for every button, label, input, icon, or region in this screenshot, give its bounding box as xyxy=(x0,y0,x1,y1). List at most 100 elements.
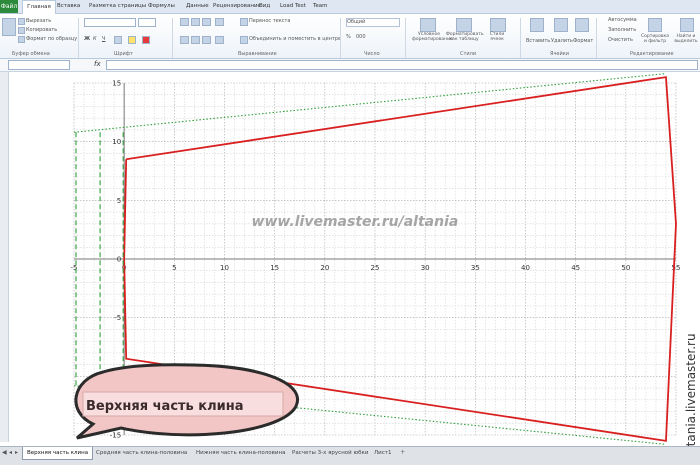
indent-icon[interactable] xyxy=(215,36,224,44)
conditional-format-button[interactable]: Условное форматирование xyxy=(412,32,453,42)
callout-bubble-text: Верхняя часть клина xyxy=(86,399,244,414)
cell-styles-button[interactable]: Стили ячеек xyxy=(486,32,508,42)
separator xyxy=(520,18,521,58)
fill-color-icon[interactable] xyxy=(128,36,136,44)
vertical-watermark: altania.livemaster.ru xyxy=(683,320,698,460)
align-top-icon[interactable] xyxy=(180,18,189,26)
orientation-icon[interactable] xyxy=(215,18,224,26)
center-watermark: www.livemaster.ru/altania xyxy=(252,214,459,230)
first-sheet-icon[interactable]: ◀ xyxy=(2,449,7,456)
tab-view[interactable]: Вид xyxy=(259,0,270,13)
tab-load-test[interactable]: Load Test xyxy=(280,0,306,13)
sheet-tab-sheet1[interactable]: Лист1 xyxy=(370,447,395,459)
group-alignment-label: Выравнивание xyxy=(238,51,277,57)
percent-format-button[interactable]: 000 xyxy=(356,34,366,40)
align-middle-icon[interactable] xyxy=(191,18,200,26)
prev-sheet-icon[interactable]: ◂ xyxy=(9,449,12,456)
guide-line-series xyxy=(73,73,667,133)
tab-formulas[interactable]: Формулы xyxy=(148,0,175,13)
sort-filter-icon[interactable] xyxy=(648,18,662,32)
format-as-table-icon[interactable] xyxy=(456,18,472,32)
x-tick-label: 50 xyxy=(621,264,630,272)
group-styles-label: Стили xyxy=(460,51,477,57)
insert-cells-button[interactable]: Вставить xyxy=(526,38,550,44)
merge-center-button[interactable]: Объединить и поместить в центре xyxy=(249,36,341,42)
find-select-icon[interactable] xyxy=(680,18,694,32)
find-select-button[interactable]: Найти и выделить xyxy=(672,34,700,44)
cut-icon[interactable] xyxy=(18,18,25,25)
formula-input[interactable] xyxy=(106,60,698,70)
cut-button[interactable]: Вырезать xyxy=(26,18,51,24)
format-as-table-button[interactable]: Форматировать как таблицу xyxy=(446,32,483,42)
bold-button[interactable]: Ж xyxy=(84,36,90,42)
font-name-box[interactable] xyxy=(84,18,136,27)
sheet-tab-bottom-wedge[interactable]: Нижняя часть клина-половина xyxy=(192,447,289,459)
separator xyxy=(405,18,406,58)
x-tick-label: 45 xyxy=(571,264,580,272)
delete-cells-button[interactable]: Удалить xyxy=(551,38,573,44)
copy-button[interactable]: Копировать xyxy=(26,27,57,33)
tab-review[interactable]: Рецензирование xyxy=(213,0,261,13)
next-sheet-icon[interactable]: ▸ xyxy=(15,449,18,456)
separator xyxy=(78,18,79,58)
delete-cells-icon[interactable] xyxy=(554,18,568,32)
insert-function-button[interactable]: fx xyxy=(94,60,101,68)
x-tick-label: 5 xyxy=(172,264,176,272)
x-tick-label: 20 xyxy=(320,264,329,272)
merge-center-icon[interactable] xyxy=(240,36,248,44)
tab-team[interactable]: Team xyxy=(313,0,328,13)
align-bottom-icon[interactable] xyxy=(202,18,211,26)
tab-home[interactable]: Главная xyxy=(22,0,56,14)
format-cells-icon[interactable] xyxy=(575,18,589,32)
number-format-select[interactable]: Общий xyxy=(346,18,400,27)
cell-styles-icon[interactable] xyxy=(490,18,506,32)
clear-button[interactable]: Очистить xyxy=(608,37,633,43)
wrap-text-button[interactable]: Перенос текста xyxy=(249,18,291,24)
new-sheet-icon[interactable]: ＋ xyxy=(396,447,410,459)
y-tick-label: 0 xyxy=(117,256,121,264)
x-tick-label: 15 xyxy=(270,264,279,272)
name-box[interactable] xyxy=(8,60,70,70)
align-right-icon[interactable] xyxy=(202,36,211,44)
font-size-box[interactable] xyxy=(138,18,156,27)
conditional-format-icon[interactable] xyxy=(420,18,436,32)
group-clipboard-label: Буфер обмена xyxy=(12,51,50,57)
tab-insert[interactable]: Вставка xyxy=(57,0,80,13)
autosum-button[interactable]: Автосумма xyxy=(608,17,637,23)
insert-cells-icon[interactable] xyxy=(530,18,544,32)
tab-page-layout[interactable]: Разметка страницы xyxy=(89,0,146,13)
x-tick-label: 35 xyxy=(471,264,480,272)
group-cells-label: Ячейки xyxy=(550,51,570,57)
sheet-tab-skirt-calc[interactable]: Расчеты 3-х ярусной юбки xyxy=(288,447,372,459)
x-tick-label: 55 xyxy=(672,264,681,272)
y-tick-label: 10 xyxy=(112,138,121,146)
formula-bar: fx xyxy=(0,59,700,72)
font-color-icon[interactable] xyxy=(142,36,150,44)
tab-file[interactable]: Файл xyxy=(0,0,18,13)
align-center-icon[interactable] xyxy=(191,36,200,44)
vertical-watermark-text: altania.livemaster.ru xyxy=(684,333,698,457)
underline-button[interactable]: Ч xyxy=(102,36,105,42)
borders-icon[interactable] xyxy=(114,36,122,44)
group-editing-label: Редактирование xyxy=(630,51,674,57)
x-tick-label: 25 xyxy=(371,264,380,272)
align-left-icon[interactable] xyxy=(180,36,189,44)
paste-icon[interactable] xyxy=(2,18,16,36)
sheet-tab-top-wedge[interactable]: Верхняя часть клина xyxy=(22,447,94,460)
format-painter-button[interactable]: Формат по образцу xyxy=(26,36,77,42)
italic-button[interactable]: К xyxy=(93,36,97,42)
format-cells-button[interactable]: Формат xyxy=(573,38,593,44)
separator xyxy=(172,18,173,58)
separator xyxy=(596,18,597,58)
x-tick-label: 10 xyxy=(220,264,229,272)
sort-filter-button[interactable]: Сортировка и фильтр xyxy=(640,34,670,44)
copy-icon[interactable] xyxy=(18,27,25,34)
format-painter-icon[interactable] xyxy=(18,36,25,43)
tab-data[interactable]: Данные xyxy=(186,0,209,13)
wrap-text-icon[interactable] xyxy=(240,18,248,26)
group-number-label: Число xyxy=(364,51,380,57)
x-tick-label: 30 xyxy=(421,264,430,272)
currency-format-button[interactable]: % xyxy=(346,34,351,40)
sheet-tab-middle-wedge[interactable]: Средняя часть клина-половина xyxy=(92,447,191,459)
fill-button[interactable]: Заполнить xyxy=(608,27,636,33)
